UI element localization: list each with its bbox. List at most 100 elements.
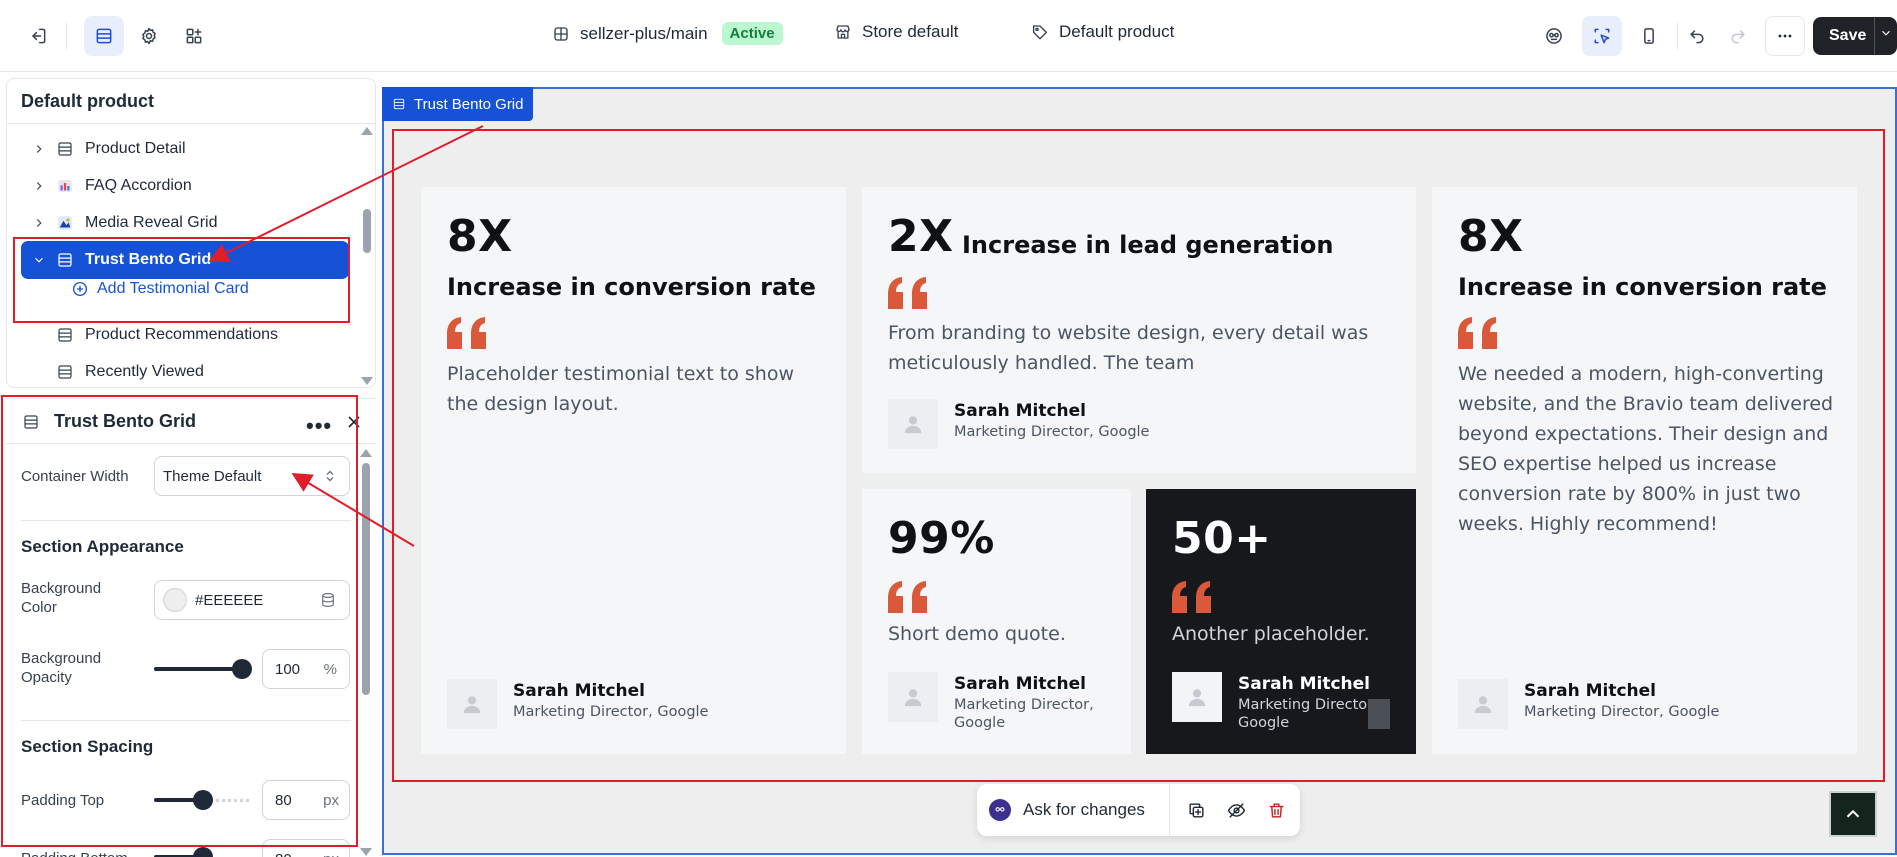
chevron-right-icon[interactable] bbox=[29, 213, 49, 233]
quote-icon bbox=[1172, 581, 1211, 613]
hide-eye-off-icon[interactable] bbox=[1216, 790, 1256, 830]
tree-item-media-reveal-grid[interactable]: Media Reveal Grid bbox=[21, 205, 349, 241]
card-heading: Increase in conversion rate bbox=[1458, 273, 1827, 301]
apps-icon[interactable] bbox=[174, 16, 214, 56]
close-icon[interactable] bbox=[344, 412, 364, 432]
scroll-down-arrow[interactable] bbox=[360, 848, 372, 856]
exit-icon[interactable] bbox=[18, 16, 58, 56]
tree-item-faq-accordion[interactable]: FAQ Accordion bbox=[21, 168, 349, 204]
scroll-to-top-button[interactable] bbox=[1829, 791, 1877, 837]
background-color-field[interactable]: #EEEEEE bbox=[154, 580, 350, 620]
testimonial-card[interactable]: 99% Short demo quote. Sarah Mitchel Marke… bbox=[862, 489, 1131, 754]
duplicate-icon[interactable] bbox=[1176, 790, 1216, 830]
tree-item-product-recommendations[interactable]: Product Recommendations bbox=[21, 317, 349, 353]
testimonial-card[interactable]: 2X Increase in lead generation From bran… bbox=[862, 187, 1416, 473]
store-name: Store default bbox=[862, 22, 959, 41]
repo-selector[interactable]: sellzer-plus/main Active bbox=[552, 22, 783, 45]
gear-icon[interactable] bbox=[129, 16, 169, 56]
undo-icon[interactable] bbox=[1677, 16, 1717, 56]
save-button[interactable]: Save bbox=[1813, 17, 1897, 55]
divider bbox=[7, 123, 375, 124]
author-block: Sarah Mitchel Marketing Director, Google bbox=[888, 399, 1149, 449]
chevron-up-icon bbox=[1846, 809, 1860, 818]
stat-value: 50+ bbox=[1172, 513, 1272, 564]
stat-value: 8X bbox=[447, 211, 513, 262]
layers-panel: Default product Product Detail FAQ Accor… bbox=[6, 78, 376, 388]
section-tag-label: Trust Bento Grid bbox=[414, 95, 524, 113]
padding-top-unit: px bbox=[323, 791, 339, 809]
card-heading: Increase in lead generation bbox=[962, 231, 1334, 259]
more-options-icon[interactable] bbox=[1765, 16, 1805, 56]
store-selector[interactable]: Store default bbox=[834, 22, 958, 42]
decorative-block bbox=[1368, 699, 1390, 729]
padding-top-slider-thumb[interactable] bbox=[193, 790, 213, 810]
settings-panel: Trust Bento Grid ••• Container Width The… bbox=[6, 398, 376, 857]
testimonial-text: Another placeholder. bbox=[1172, 623, 1370, 645]
testimonial-card[interactable]: 8X Increase in conversion rate Placehold… bbox=[421, 187, 846, 754]
padding-top-input[interactable]: 80 px bbox=[262, 780, 350, 820]
add-testimonial-card-button[interactable]: Add Testimonial Card bbox=[71, 280, 249, 298]
user-icon bbox=[904, 689, 922, 707]
opacity-slider-thumb[interactable] bbox=[232, 659, 252, 679]
chevron-right-icon[interactable] bbox=[29, 139, 49, 159]
quote-icon bbox=[888, 277, 927, 309]
chevron-down-icon[interactable] bbox=[1879, 26, 1893, 40]
chevron-right-icon[interactable] bbox=[29, 176, 49, 196]
tag-icon bbox=[1032, 25, 1048, 40]
scroll-up-arrow[interactable] bbox=[361, 127, 373, 135]
testimonial-text: We needed a modern, high-converting webs… bbox=[1458, 363, 1834, 535]
section-icon bbox=[55, 325, 75, 345]
section-icon bbox=[24, 414, 38, 429]
tree-item-product-detail[interactable]: Product Detail bbox=[21, 131, 349, 167]
tree-item-label: Product Recommendations bbox=[85, 326, 278, 343]
container-width-select[interactable]: Theme Default bbox=[154, 456, 350, 496]
divider bbox=[1874, 17, 1875, 55]
background-opacity-label: Background Opacity bbox=[21, 650, 102, 686]
floating-action-bar: Ask for changes bbox=[977, 784, 1300, 836]
padding-bottom-value: 80 bbox=[275, 851, 292, 857]
ask-for-changes-button[interactable]: Ask for changes bbox=[977, 784, 1170, 836]
quote-icon bbox=[888, 581, 927, 613]
tree-item-recently-viewed[interactable]: Recently Viewed bbox=[21, 354, 349, 387]
ask-for-changes-label: Ask for changes bbox=[1023, 800, 1145, 819]
sections-icon[interactable] bbox=[84, 16, 124, 56]
selected-section-tag[interactable]: Trust Bento Grid bbox=[382, 87, 534, 121]
scroll-down-arrow[interactable] bbox=[361, 377, 373, 385]
testimonial-card[interactable]: 8X Increase in conversion rate We needed… bbox=[1432, 187, 1857, 754]
avatar bbox=[1172, 672, 1222, 722]
trash-icon[interactable] bbox=[1256, 790, 1296, 830]
user-icon bbox=[463, 696, 481, 714]
tree-item-trust-bento-grid[interactable]: Trust Bento Grid bbox=[21, 241, 349, 279]
database-icon[interactable] bbox=[319, 591, 337, 609]
more-options-icon[interactable]: ••• bbox=[306, 413, 332, 439]
scroll-up-arrow[interactable] bbox=[360, 449, 372, 457]
opacity-slider-track[interactable] bbox=[154, 667, 241, 671]
scrollbar-thumb[interactable] bbox=[362, 463, 370, 695]
scrollbar-thumb[interactable] bbox=[363, 209, 371, 253]
color-swatch[interactable] bbox=[163, 588, 187, 612]
user-icon bbox=[1188, 689, 1206, 707]
redo-icon[interactable] bbox=[1718, 16, 1758, 56]
padding-bottom-input[interactable]: 80 px bbox=[262, 839, 350, 857]
background-color-label: Background Color bbox=[21, 580, 102, 616]
tree-item-label: FAQ Accordion bbox=[85, 177, 192, 194]
ai-assistant-icon[interactable] bbox=[1534, 16, 1574, 56]
status-badge: Active bbox=[721, 22, 783, 45]
product-selector[interactable]: Default product bbox=[1031, 22, 1174, 42]
stat-value: 2X bbox=[888, 211, 954, 262]
ai-assistant-icon bbox=[989, 799, 1011, 821]
chevron-down-icon[interactable] bbox=[29, 250, 49, 270]
store-icon bbox=[836, 25, 850, 39]
padding-bottom-slider-thumb[interactable] bbox=[193, 847, 213, 857]
testimonial-text: Placeholder testimonial text to show the… bbox=[447, 363, 795, 415]
background-opacity-input[interactable]: 100 % bbox=[262, 649, 350, 689]
testimonial-card[interactable]: 50+ Another placeholder. Sarah Mitchel Ma… bbox=[1146, 489, 1416, 754]
section-icon bbox=[55, 362, 75, 382]
stat-value: 8X bbox=[1458, 211, 1524, 262]
select-cursor-icon[interactable] bbox=[1582, 16, 1622, 56]
divider bbox=[21, 520, 351, 521]
product-name: Default product bbox=[1059, 22, 1175, 41]
save-label: Save bbox=[1829, 27, 1867, 44]
padding-top-label: Padding Top bbox=[21, 792, 105, 809]
mobile-preview-icon[interactable] bbox=[1629, 16, 1669, 56]
